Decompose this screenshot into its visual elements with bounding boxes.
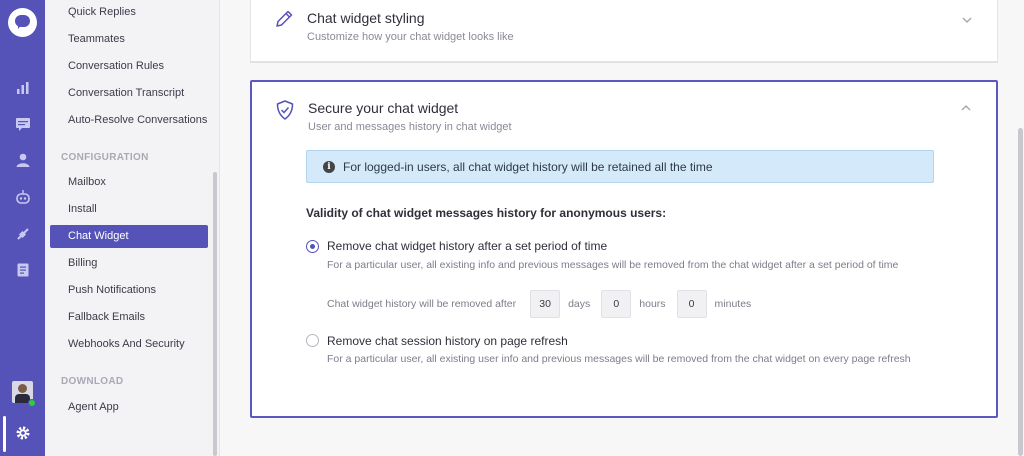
section-label-download: DOWNLOAD	[61, 376, 124, 387]
sidebar-scrollbar[interactable]	[213, 172, 217, 456]
sidebar-item-billing[interactable]: Billing	[50, 252, 208, 275]
icon-rail	[0, 0, 45, 456]
bot-icon[interactable]	[14, 189, 31, 204]
period-lead-label: Chat widget history will be removed afte…	[327, 298, 517, 310]
minutes-input[interactable]: 0	[676, 290, 707, 318]
styling-card-title: Chat widget styling	[307, 10, 425, 26]
section-label-configuration: CONFIGURATION	[61, 152, 149, 163]
sidebar-item-fallback-emails[interactable]: Fallback Emails	[50, 306, 208, 329]
radio-remove-after-period[interactable]	[306, 240, 319, 253]
styling-card-subtitle: Customize how your chat widget looks lik…	[307, 31, 514, 43]
sidebar-item-agent-app[interactable]: Agent App	[50, 396, 208, 419]
secure-card-subtitle: User and messages history in chat widget	[308, 121, 512, 133]
option-remove-after-period-desc: For a particular user, all existing info…	[327, 259, 899, 271]
contacts-icon[interactable]	[14, 152, 31, 167]
sidebar-item-mailbox[interactable]: Mailbox	[50, 171, 208, 194]
validity-heading: Validity of chat widget messages history…	[306, 206, 667, 220]
conversations-icon[interactable]	[14, 116, 31, 131]
pencil-icon	[273, 8, 295, 30]
knowledge-base-icon[interactable]	[14, 262, 31, 277]
sidebar-item-auto-resolve[interactable]: Auto-Resolve Conversations	[50, 109, 208, 132]
main-scrollbar[interactable]	[1018, 128, 1023, 456]
sidebar-item-install[interactable]: Install	[50, 198, 208, 221]
sidebar-item-conversation-rules[interactable]: Conversation Rules	[50, 55, 208, 78]
info-banner-text: For logged-in users, all chat widget his…	[343, 159, 713, 174]
sidebar-item-webhooks-security[interactable]: Webhooks And Security	[50, 333, 208, 356]
chevron-up-icon[interactable]	[960, 101, 972, 113]
hours-label: hours	[639, 298, 666, 310]
settings-nav-item[interactable]	[0, 412, 45, 456]
sidebar-item-push-notifications[interactable]: Push Notifications	[50, 279, 208, 302]
days-label: days	[568, 298, 591, 310]
settings-icon[interactable]	[14, 425, 31, 440]
hours-input[interactable]: 0	[601, 290, 632, 318]
option-remove-on-refresh-title[interactable]: Remove chat session history on page refr…	[327, 334, 568, 348]
period-row: Chat widget history will be removed afte…	[327, 290, 762, 318]
online-status-dot	[28, 399, 36, 407]
sidebar-item-chat-widget[interactable]: Chat Widget	[50, 225, 208, 248]
secure-card-title: Secure your chat widget	[308, 100, 459, 116]
minutes-label: minutes	[714, 298, 752, 310]
shield-check-icon	[274, 99, 296, 121]
option-remove-after-period-title[interactable]: Remove chat widget history after a set p…	[327, 239, 607, 253]
sidebar-item-quick-replies[interactable]: Quick Replies	[50, 1, 208, 24]
option-remove-on-refresh-desc: For a particular user, all existing user…	[327, 353, 911, 365]
reports-icon[interactable]	[14, 80, 31, 95]
active-indicator	[3, 416, 6, 452]
settings-sidebar: Quick Replies Teammates Conversation Rul…	[45, 0, 220, 456]
chevron-down-icon[interactable]	[961, 13, 973, 25]
main-content: Chat widget styling Customize how your c…	[221, 0, 1024, 456]
chat-widget-styling-card[interactable]: Chat widget styling Customize how your c…	[250, 0, 998, 63]
integrations-icon[interactable]	[14, 226, 31, 241]
info-banner: i For logged-in users, all chat widget h…	[306, 150, 934, 183]
radio-remove-on-refresh[interactable]	[306, 334, 319, 347]
secure-chat-widget-card: Secure your chat widget User and message…	[250, 80, 998, 418]
sidebar-item-teammates[interactable]: Teammates	[50, 28, 208, 51]
days-input[interactable]: 30	[530, 290, 561, 318]
sidebar-item-conversation-transcript[interactable]: Conversation Transcript	[50, 82, 208, 105]
logo-icon[interactable]	[8, 8, 37, 37]
info-icon: i	[323, 160, 335, 173]
